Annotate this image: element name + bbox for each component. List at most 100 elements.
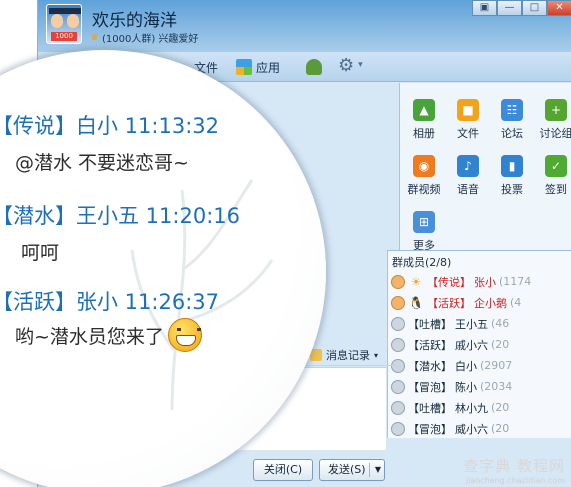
group-subtitle: ♛ (1000人群) 兴趣爱好	[90, 30, 198, 45]
apps-icon	[236, 59, 252, 75]
group-subtitle-text: (1000人群) 兴趣爱好	[101, 34, 199, 45]
chevron-down-icon: ▼	[374, 465, 381, 474]
maximize-button[interactable]: □	[522, 0, 547, 16]
avatar	[391, 400, 405, 415]
member-name: 威小六	[455, 422, 488, 436]
member-row[interactable]: 🐧 【活跃】 企小鹅 (4	[391, 292, 571, 313]
app-label: 语音	[457, 183, 479, 196]
grin-emoji-icon	[167, 318, 202, 352]
member-row[interactable]: 【吐槽】 王小五 (46	[391, 313, 571, 334]
add-member-icon	[306, 59, 322, 75]
member-list: ☀ 【传说】 张小 (1174 🐧 【活跃】 企小鹅 (4 【吐槽】 王小五 (…	[391, 271, 571, 439]
voice-icon: ♪	[457, 155, 479, 177]
member-title-tag: 【传说】	[427, 275, 471, 289]
member-name: 张小	[474, 275, 496, 289]
avatar	[391, 379, 405, 394]
app-files[interactable]: ■ 文件	[448, 99, 488, 141]
member-row[interactable]: 【活跃】 戚小六 (20	[391, 334, 571, 355]
photo-album-icon: ▲	[413, 99, 435, 121]
member-id: (46	[491, 317, 510, 330]
more-apps-icon: ⊞	[413, 211, 435, 233]
avatar	[391, 274, 405, 289]
avatar-figure-face	[51, 14, 63, 28]
member-title-tag: 【吐槽】	[408, 317, 452, 331]
group-apps-panel: ▲ 相册 ■ 文件 ☷ 论坛 + 讨论组 ◉ 群视频 ♪ 语音 ▮ 投票 ✓ 签…	[399, 83, 571, 253]
chat-message-text: 哟~潜水员您来了	[15, 325, 164, 348]
member-id: (2034	[480, 380, 513, 393]
group-avatar[interactable]: 1000	[46, 4, 82, 44]
member-row[interactable]: 【冒泡】 威小六 (20	[391, 418, 571, 439]
member-panel: 群成员(2/8) ☀ 【传说】 张小 (1174 🐧 【活跃】 企小鹅 (4 【…	[387, 250, 571, 438]
skin-button[interactable]: ▣	[472, 0, 497, 16]
minimize-button[interactable]: —	[497, 0, 522, 16]
add-member-button[interactable]	[306, 58, 322, 76]
member-id: (2907	[480, 359, 513, 372]
chat-message-text: @潜水 不要迷恋哥~	[15, 152, 189, 174]
group-name: 欢乐的海洋	[92, 11, 177, 31]
avatar-figure-face	[67, 14, 79, 28]
app-voice[interactable]: ♪ 语音	[448, 155, 488, 197]
app-label: 签到	[545, 183, 567, 196]
crown-icon: ♛	[90, 32, 99, 43]
watermark-main: 查字典 教程网	[463, 457, 565, 475]
app-label: 投票	[501, 183, 523, 196]
send-button-label: 发送(S)	[328, 463, 366, 476]
message-record-button[interactable]: 消息记录 ▾	[310, 347, 378, 363]
app-vote[interactable]: ▮ 投票	[492, 155, 532, 197]
app-group-video[interactable]: ◉ 群视频	[404, 155, 444, 197]
window-controls: ▣ — □ ✕	[472, 0, 571, 16]
chat-message-text: 呵呵	[21, 242, 60, 264]
chat-message-header: 【活跃】张小 11:26:37	[0, 290, 219, 314]
member-name: 白小	[455, 359, 477, 373]
gear-icon: ⚙	[338, 54, 355, 76]
app-label: 群视频	[407, 183, 441, 196]
check-in-icon: ✓	[545, 155, 567, 177]
member-row[interactable]: 【冒泡】 陈小 (2034	[391, 376, 571, 397]
send-button[interactable]: 发送(S) ▼	[319, 459, 385, 481]
close-button[interactable]: 关闭(C)	[253, 459, 313, 481]
chevron-down-icon: ▾	[374, 350, 379, 360]
penguin-icon: 🐧	[408, 295, 424, 310]
member-title-tag: 【冒泡】	[408, 380, 452, 394]
discussion-icon: +	[545, 99, 567, 121]
app-discussion[interactable]: + 讨论组	[536, 99, 571, 141]
title-bar: 1000 欢乐的海洋 ♛ (1000人群) 兴趣爱好 ▣ — □ ✕	[38, 0, 571, 52]
chevron-down-icon: ▾	[358, 60, 363, 70]
screenshot-stage: 1000 欢乐的海洋 ♛ (1000人群) 兴趣爱好 ▣ — □ ✕ 聊天 文件	[0, 0, 571, 487]
member-title-tag: 【潜水】	[408, 359, 452, 373]
avatar	[391, 316, 405, 331]
avatar	[391, 295, 405, 310]
message-record-icon	[310, 349, 322, 361]
member-row[interactable]: 【潜水】 白小 (2907	[391, 355, 571, 376]
member-name: 戚小六	[455, 338, 488, 352]
member-title-tag: 【吐槽】	[408, 401, 452, 415]
member-id: (20	[491, 422, 510, 435]
settings-button[interactable]: ⚙ ▾	[338, 54, 363, 76]
app-check-in[interactable]: ✓ 签到	[536, 155, 571, 197]
member-title-tag: 【活跃】	[408, 338, 452, 352]
member-name: 企小鹅	[474, 296, 507, 310]
message-record-label: 消息记录	[326, 349, 370, 362]
app-label: 相册	[413, 127, 435, 140]
close-window-button[interactable]: ✕	[547, 0, 571, 16]
app-forum[interactable]: ☷ 论坛	[492, 99, 532, 141]
chat-message-header: 【潜水】王小五 11:20:16	[0, 204, 240, 228]
app-label: 讨论组	[539, 127, 571, 140]
member-id: (20	[491, 401, 510, 414]
app-more[interactable]: ⊞ 更多	[404, 211, 444, 253]
member-row[interactable]: 【吐槽】 林小九 (20	[391, 397, 571, 418]
member-row[interactable]: ☀ 【传说】 张小 (1174	[391, 271, 571, 292]
tab-apps-label: 应用	[256, 60, 281, 75]
member-name: 王小五	[455, 317, 488, 331]
member-id: (20	[491, 338, 510, 351]
member-name: 林小九	[455, 401, 488, 415]
chat-message-row: 哟~潜水员您来了	[15, 318, 202, 352]
app-label: 论坛	[501, 127, 523, 140]
plant-decoration-icon	[130, 179, 274, 410]
tab-apps[interactable]: 应用	[236, 58, 280, 76]
member-title-tag: 【冒泡】	[408, 422, 452, 436]
member-id: (4	[510, 296, 522, 309]
chat-message-header: 【传说】白小 11:13:32	[0, 114, 219, 138]
avatar	[391, 421, 405, 436]
app-album[interactable]: ▲ 相册	[404, 99, 444, 141]
